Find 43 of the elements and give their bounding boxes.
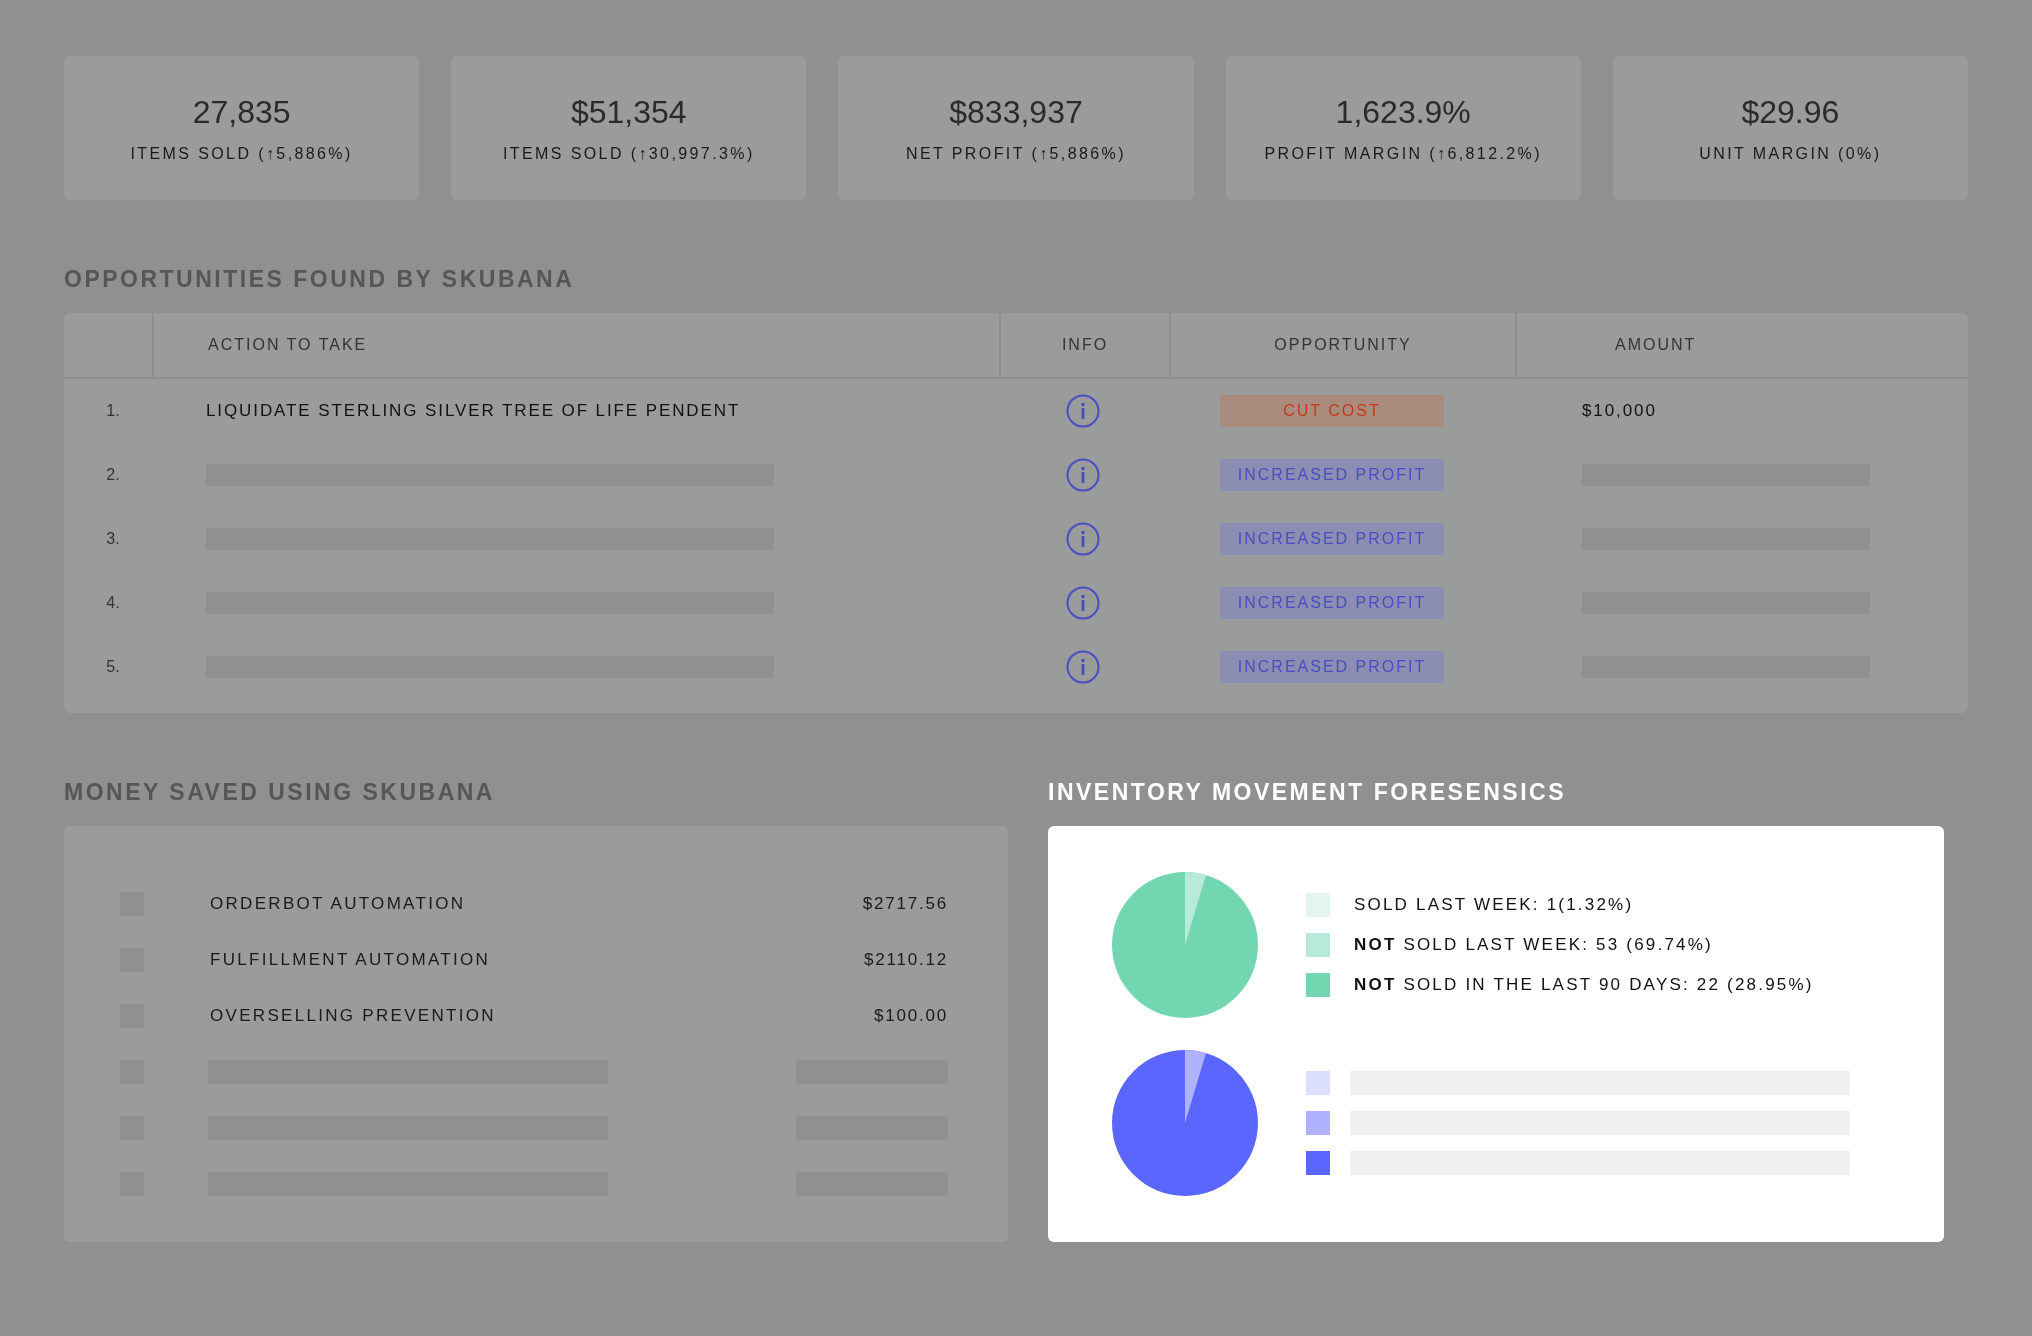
column-header: OPPORTUNITY [1171,313,1517,377]
legend-label: SOLD LAST WEEK: 1(1.32%) [1354,895,1634,915]
opportunity-badge: INCREASED PROFIT [1220,651,1444,683]
stat-label: NET PROFIT (↑5,886%) [906,144,1126,163]
info-icon[interactable] [1066,522,1100,556]
saving-amount: $2110.12 [863,950,948,970]
column-header: AMOUNT [1614,335,1698,355]
column-header: INFO [1001,313,1171,377]
stat-label: UNIT MARGIN (0%) [1699,144,1882,163]
stat-label: PROFIT MARGIN (↑6,812.2%) [1264,144,1542,163]
info-icon[interactable] [1066,394,1100,428]
opportunity-badge: INCREASED PROFIT [1220,459,1444,491]
opportunity-badge: CUT COST [1220,395,1444,427]
saving-amount: $100.00 [873,1006,948,1026]
saving-amount: $2717.56 [862,894,948,914]
stat-value: $51,354 [570,93,687,131]
row-number: 4. [106,594,120,612]
stat-label: ITEMS SOLD (↑30,997.3%) [502,144,755,163]
row-number: 5. [106,658,120,676]
saving-label: FULFILLMENT AUTOMATION [210,950,492,970]
stat-value: $833,937 [949,93,1083,131]
table-cell: $10,000 [1582,401,1657,420]
info-icon[interactable] [1066,650,1100,684]
section-heading: OPPORTUNITIES FOUND BY SKUBANA [64,266,576,293]
saving-label: ORDERBOT AUTOMATION [210,894,467,914]
section-heading: INVENTORY MOVEMENT FORESENSICS [1048,779,1568,806]
info-icon[interactable] [1066,458,1100,492]
opportunity-badge: INCREASED PROFIT [1220,523,1444,555]
row-number: 1. [106,402,120,420]
info-icon[interactable] [1066,586,1100,620]
column-header: ACTION TO TAKE [154,313,1001,377]
saving-label: OVERSELLING PREVENTION [210,1006,497,1026]
stat-value: 1,623.9% [1335,93,1471,131]
opportunity-badge: INCREASED PROFIT [1220,587,1444,619]
section-heading: MONEY SAVED USING SKUBANA [64,779,496,806]
table-cell: LIQUIDATE STERLING SILVER TREE OF LIFE PENDENT [206,401,741,420]
stat-label: ITEMS SOLD (↑5,886%) [130,144,353,163]
legend-label: NOT SOLD IN THE LAST 90 DAYS: 22 (28.95%) [1354,975,1814,995]
stat-value: $29.96 [1741,93,1840,131]
row-number: 2. [106,466,120,484]
stat-value: 27,835 [192,93,291,131]
row-number: 3. [106,530,120,548]
legend-label: NOT SOLD LAST WEEK: 53 (69.74%) [1354,935,1713,955]
